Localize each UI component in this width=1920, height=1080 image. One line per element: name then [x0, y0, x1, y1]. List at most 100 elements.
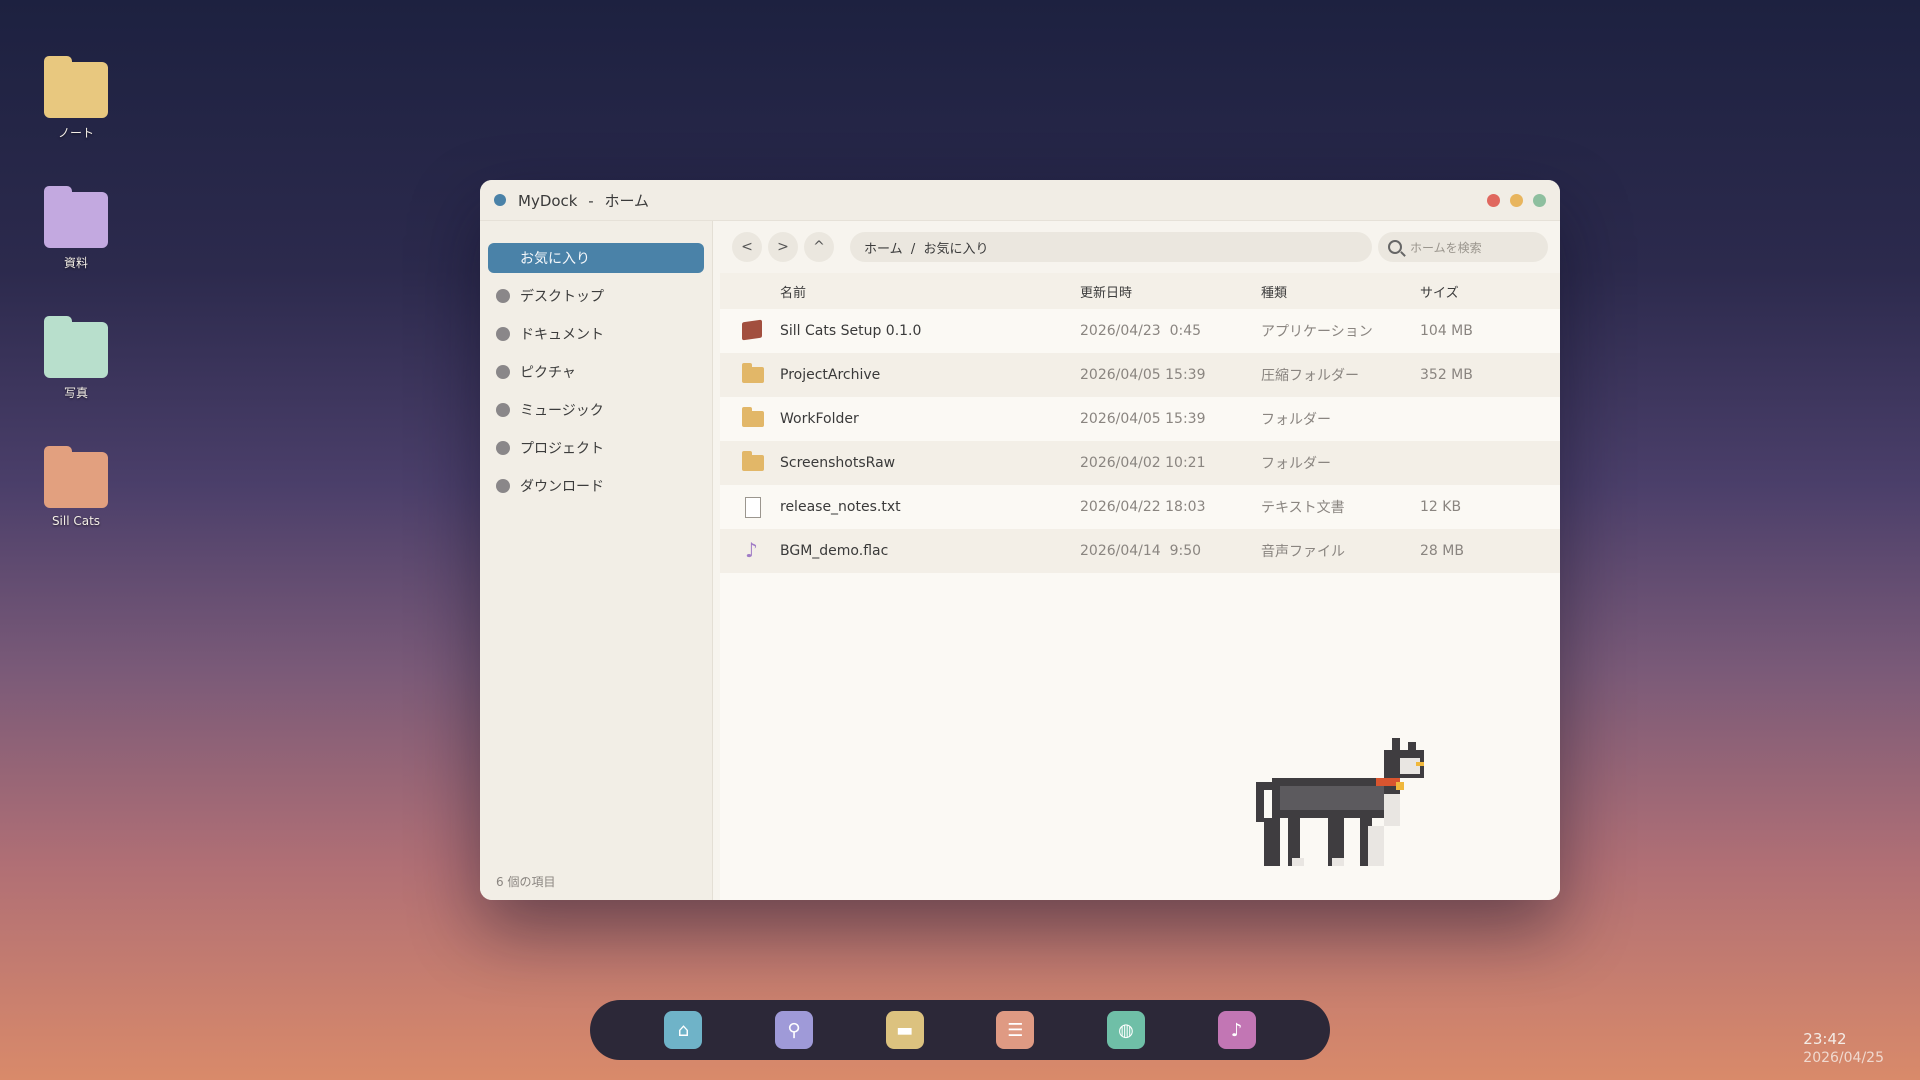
table-row[interactable]: ProjectArchive 2026/04/05 15:39 圧縮フォルダー …: [720, 353, 1560, 397]
globe-icon: ◍: [1118, 1019, 1134, 1041]
desktop-icon-label: 写真: [63, 386, 88, 400]
sidebar-item-label: お気に入り: [520, 251, 590, 267]
file-type: フォルダー: [1261, 456, 1331, 472]
file-size: 352 MB: [1420, 367, 1473, 383]
sidebar-item-label: ダウンロード: [520, 479, 604, 495]
file-name: WorkFolder: [780, 411, 859, 427]
column-header: 名前 更新日時 種類 サイズ: [720, 273, 1560, 309]
folder-icon: [44, 186, 108, 248]
clock-date: 2026/04/25: [1803, 1050, 1884, 1066]
dock-browser-button[interactable]: ◍: [1106, 1011, 1145, 1049]
music-note-icon: ♪: [745, 538, 758, 562]
search-placeholder: ホームを検索: [1410, 240, 1482, 255]
file-size: 28 MB: [1420, 543, 1464, 559]
desktop-icon-label: ノート: [57, 126, 94, 140]
desktop-folder-notes[interactable]: ノート: [40, 56, 112, 141]
dock-files-button[interactable]: ▬: [885, 1011, 924, 1049]
sidebar-item-desktop[interactable]: デスクトップ: [488, 281, 704, 311]
sidebar-item-label: プロジェクト: [520, 441, 604, 457]
dock-notes-button[interactable]: ☰: [996, 1011, 1035, 1049]
circle-icon: [496, 403, 510, 417]
column-type[interactable]: 種類: [1261, 282, 1287, 301]
circle-icon: [496, 327, 510, 341]
item-count: 6 個の項目: [496, 875, 556, 889]
file-name: Sill Cats Setup 0.1.0: [780, 323, 922, 339]
folder-icon: [44, 56, 108, 118]
music-icon: ♪: [1230, 1019, 1243, 1041]
breadcrumb-text: ホーム / お気に入り: [864, 241, 989, 257]
system-clock[interactable]: 23:42 2026/04/25: [1803, 1030, 1884, 1066]
forward-button[interactable]: >: [768, 232, 798, 262]
table-row[interactable]: WorkFolder 2026/04/05 15:39 フォルダー: [720, 397, 1560, 441]
minimize-button[interactable]: [1510, 193, 1523, 207]
dock-search-button[interactable]: ⚲: [774, 1011, 813, 1049]
file-size: 104 MB: [1420, 323, 1473, 339]
window-app-name: MyDock: [518, 191, 578, 210]
column-size[interactable]: サイズ: [1420, 282, 1459, 301]
file-date: 2026/04/14 9:50: [1080, 543, 1202, 559]
window-controls: [1487, 193, 1546, 207]
sidebar-item-documents[interactable]: ドキュメント: [488, 319, 704, 349]
back-button[interactable]: <: [732, 232, 762, 262]
circle-icon: [496, 441, 510, 455]
maximize-button[interactable]: [1533, 193, 1546, 207]
file-date: 2026/04/23 0:45: [1080, 323, 1202, 339]
folder-icon: [44, 316, 108, 378]
toolbar: < > ^ ホーム / お気に入り ホームを検索: [720, 221, 1560, 273]
sidebar-item-favorites[interactable]: お気に入り: [488, 243, 704, 273]
table-row[interactable]: ScreenshotsRaw 2026/04/02 10:21 フォルダー: [720, 441, 1560, 485]
search-icon: ⚲: [787, 1019, 801, 1041]
window-title: MyDock - ホーム: [518, 190, 649, 211]
table-row[interactable]: ♪ BGM_demo.flac 2026/04/14 9:50 音声ファイル 2…: [720, 529, 1560, 573]
search-icon: [1388, 240, 1402, 254]
window-location: ホーム: [604, 191, 650, 210]
breadcrumb[interactable]: ホーム / お気に入り: [850, 232, 1372, 262]
desktop-icon-label: 資料: [63, 256, 88, 270]
title-separator: -: [588, 191, 594, 210]
file-date: 2026/04/05 15:39: [1080, 411, 1206, 427]
desktop-folder-materials[interactable]: 資料: [40, 186, 112, 271]
document-icon: ☰: [1007, 1019, 1024, 1041]
dock-home-button[interactable]: ⌂: [664, 1011, 703, 1049]
circle-icon: [496, 479, 510, 493]
text-file-icon: [742, 497, 761, 518]
file-name: BGM_demo.flac: [780, 543, 889, 559]
folder-icon: [742, 363, 764, 383]
sidebar-item-projects[interactable]: プロジェクト: [488, 433, 704, 463]
folder-icon: [742, 451, 764, 471]
pixel-cat-mascot[interactable]: [1240, 738, 1440, 898]
desktop-folder-photos[interactable]: 写真: [40, 316, 112, 401]
desktop-folder-sill-cats[interactable]: Sill Cats: [40, 446, 112, 528]
file-name: ScreenshotsRaw: [780, 455, 896, 471]
sidebar-item-music[interactable]: ミュージック: [488, 395, 704, 425]
sidebar-item-label: ピクチャ: [520, 365, 576, 381]
sidebar-item-pictures[interactable]: ピクチャ: [488, 357, 704, 387]
file-date: 2026/04/02 10:21: [1080, 455, 1206, 471]
column-name[interactable]: 名前: [780, 282, 806, 301]
desktop-icon-label: Sill Cats: [51, 514, 101, 528]
folder-icon: [44, 446, 108, 508]
file-list: Sill Cats Setup 0.1.0 2026/04/23 0:45 アプ…: [720, 309, 1560, 573]
close-button[interactable]: [1487, 193, 1500, 207]
sidebar-item-label: ドキュメント: [520, 327, 604, 343]
up-button[interactable]: ^: [804, 232, 834, 262]
file-date: 2026/04/05 15:39: [1080, 367, 1206, 383]
dock: ⌂ ⚲ ▬ ☰ ◍ ♪: [590, 1000, 1330, 1060]
dock-music-button[interactable]: ♪: [1217, 1011, 1256, 1049]
file-type: フォルダー: [1261, 412, 1331, 428]
window-titlebar[interactable]: MyDock - ホーム: [480, 180, 1560, 221]
table-row[interactable]: Sill Cats Setup 0.1.0 2026/04/23 0:45 アプ…: [720, 309, 1560, 353]
column-date[interactable]: 更新日時: [1080, 282, 1132, 301]
search-input[interactable]: ホームを検索: [1378, 232, 1548, 262]
table-row[interactable]: release_notes.txt 2026/04/22 18:03 テキスト文…: [720, 485, 1560, 529]
sidebar-item-downloads[interactable]: ダウンロード: [488, 471, 704, 501]
file-type: アプリケーション: [1261, 324, 1373, 340]
file-name: ProjectArchive: [780, 367, 881, 383]
file-date: 2026/04/22 18:03: [1080, 499, 1206, 515]
file-name: release_notes.txt: [780, 499, 901, 515]
file-size: 12 KB: [1420, 499, 1462, 515]
sidebar: お気に入り デスクトップ ドキュメント ピクチャ ミュージック プロジェクト ダ…: [480, 221, 713, 900]
file-type: 圧縮フォルダー: [1261, 368, 1359, 384]
file-type: テキスト文書: [1261, 500, 1345, 516]
circle-icon: [496, 365, 510, 379]
